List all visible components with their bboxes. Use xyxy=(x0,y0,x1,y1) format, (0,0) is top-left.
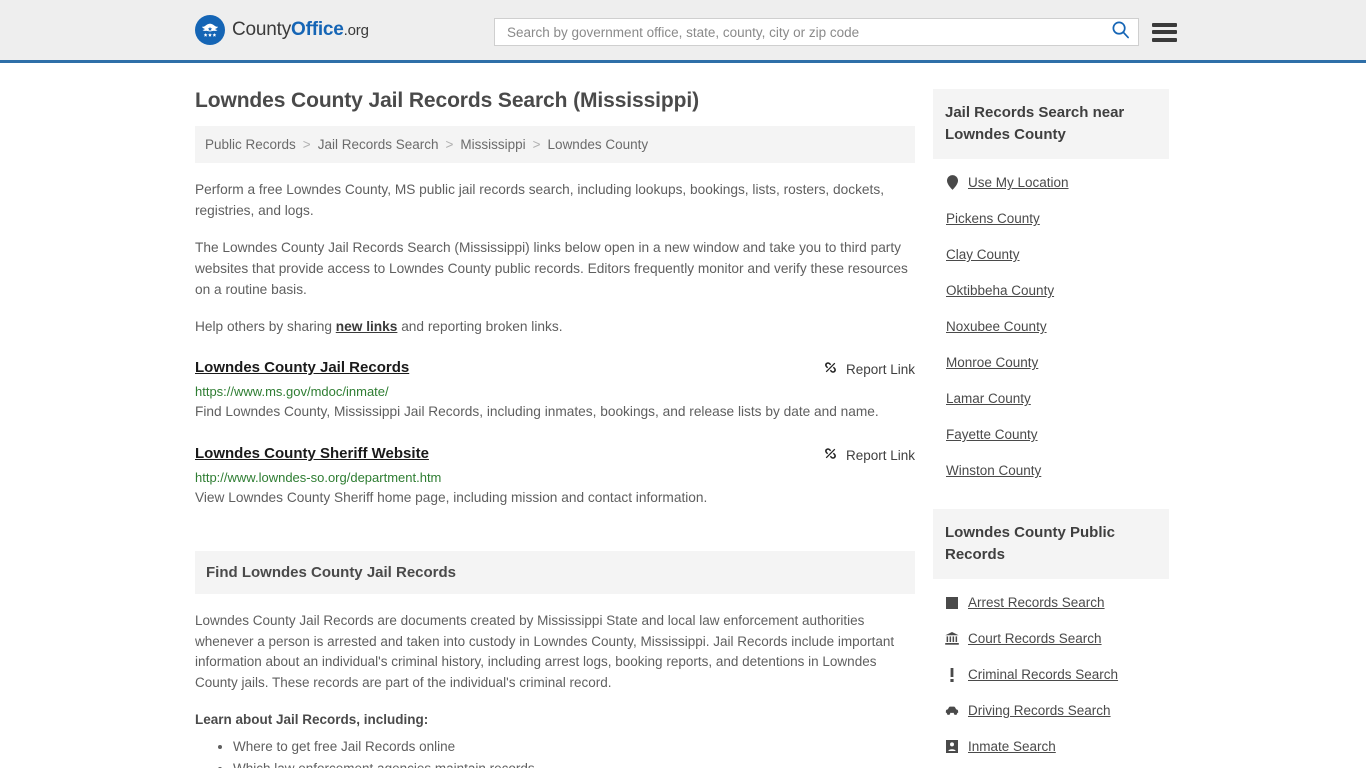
intro-p3-before: Help others by sharing xyxy=(195,319,336,334)
public-records-panel-list: Arrest Records Search Court Records Sear… xyxy=(933,579,1169,759)
sidebar-link-label[interactable]: Fayette County xyxy=(946,427,1038,442)
intro-paragraph-2: The Lowndes County Jail Records Search (… xyxy=(195,240,908,297)
public-records-panel-heading: Lowndes County Public Records xyxy=(933,509,1169,579)
sidebar-item-court-records-search[interactable]: Court Records Search xyxy=(945,615,1157,651)
breadcrumb-item-public-records[interactable]: Public Records xyxy=(205,137,296,152)
result-title-link[interactable]: Lowndes County Jail Records xyxy=(195,359,409,376)
breadcrumb: Public Records > Jail Records Search > M… xyxy=(195,126,915,163)
page-title: Lowndes County Jail Records Search (Miss… xyxy=(195,89,699,112)
section-heading: Find Lowndes County Jail Records xyxy=(195,551,915,594)
sidebar-item-noxubee-county[interactable]: Noxubee County xyxy=(945,303,1157,339)
sidebar-link-label[interactable]: Court Records Search xyxy=(968,631,1102,646)
breadcrumb-item-lowndes-county[interactable]: Lowndes County xyxy=(548,137,649,152)
logo-wordmark: CountyOffice.org xyxy=(232,19,369,41)
car-icon xyxy=(945,705,959,716)
search-icon[interactable] xyxy=(1111,20,1130,44)
section-body: Lowndes County Jail Records are document… xyxy=(195,611,915,768)
sidebar-item-inmate-search[interactable]: Inmate Search xyxy=(945,723,1157,759)
sidebar-item-fayette-county[interactable]: Fayette County xyxy=(945,411,1157,447)
breadcrumb-separator: > xyxy=(302,137,311,152)
sidebar-item-monroe-county[interactable]: Monroe County xyxy=(945,339,1157,375)
result-url: http://www.lowndes-so.org/department.htm xyxy=(195,470,442,485)
sidebar-link-label[interactable]: Driving Records Search xyxy=(968,703,1111,718)
logo-text-org: .org xyxy=(343,22,369,39)
nearby-panel-list: Use My Location Pickens County Clay Coun… xyxy=(933,159,1169,483)
report-link-label: Report Link xyxy=(845,447,915,463)
sidebar-link-label[interactable]: Lamar County xyxy=(946,391,1031,406)
header-search-area xyxy=(494,18,1177,46)
exclamation-icon xyxy=(945,667,959,682)
sidebar-link-label[interactable]: Use My Location xyxy=(968,175,1069,190)
logo-text-office: Office xyxy=(291,19,344,40)
breadcrumb-separator: > xyxy=(532,137,541,152)
intro-paragraph-1: Perform a free Lowndes County, MS public… xyxy=(195,182,884,218)
hamburger-menu-icon[interactable] xyxy=(1152,22,1177,42)
intro-p3-after: and reporting broken links. xyxy=(397,319,563,334)
result-header: Lowndes County Jail Records Report Link xyxy=(195,359,915,378)
sidebar-link-label[interactable]: Monroe County xyxy=(946,355,1038,370)
section-paragraph: Lowndes County Jail Records are document… xyxy=(195,613,895,690)
learn-about-title: Learn about Jail Records, including: xyxy=(195,712,429,727)
result-description: Find Lowndes County, Mississippi Jail Re… xyxy=(195,404,879,419)
report-link-button[interactable]: Report Link xyxy=(823,359,915,378)
intro-paragraph-3: Help others by sharing new links and rep… xyxy=(195,316,915,337)
breadcrumb-item-jail-records-search[interactable]: Jail Records Search xyxy=(318,137,439,152)
sidebar-link-label[interactable]: Winston County xyxy=(946,463,1041,478)
sidebar-item-driving-records-search[interactable]: Driving Records Search xyxy=(945,687,1157,723)
list-item: Which law enforcement agencies maintain … xyxy=(233,758,915,768)
sidebar: Jail Records Search near Lowndes County … xyxy=(933,63,1169,768)
sidebar-link-label[interactable]: Clay County xyxy=(946,247,1020,262)
broken-link-icon xyxy=(823,446,838,464)
page-container: Lowndes County Jail Records Search (Miss… xyxy=(0,63,1366,768)
main-content: Lowndes County Jail Records Search (Miss… xyxy=(195,63,915,768)
nearby-search-panel: Jail Records Search near Lowndes County … xyxy=(933,89,1169,483)
courthouse-icon xyxy=(945,632,959,645)
search-input[interactable] xyxy=(505,23,1111,41)
sidebar-item-pickens-county[interactable]: Pickens County xyxy=(945,195,1157,231)
breadcrumb-separator: > xyxy=(445,137,454,152)
list-item: Where to get free Jail Records online xyxy=(233,736,915,758)
sidebar-item-oktibbeha-county[interactable]: Oktibbeha County xyxy=(945,267,1157,303)
sidebar-link-label[interactable]: Pickens County xyxy=(946,211,1040,226)
site-logo[interactable]: CountyOffice.org xyxy=(195,15,369,45)
site-header: CountyOffice.org xyxy=(0,0,1366,63)
sidebar-link-label[interactable]: Noxubee County xyxy=(946,319,1047,334)
id-card-icon xyxy=(945,740,959,753)
public-records-panel: Lowndes County Public Records Arrest Rec… xyxy=(933,509,1169,759)
broken-link-icon xyxy=(823,360,838,378)
sidebar-item-use-my-location[interactable]: Use My Location xyxy=(945,159,1157,195)
sidebar-link-label[interactable]: Inmate Search xyxy=(968,739,1056,754)
sidebar-item-clay-county[interactable]: Clay County xyxy=(945,231,1157,267)
result-url: https://www.ms.gov/mdoc/inmate/ xyxy=(195,384,389,399)
result-title-link[interactable]: Lowndes County Sheriff Website xyxy=(195,445,429,462)
sidebar-link-label[interactable]: Oktibbeha County xyxy=(946,283,1054,298)
nearby-panel-heading: Jail Records Search near Lowndes County xyxy=(933,89,1169,159)
result-item: Lowndes County Jail Records Report Link … xyxy=(195,359,915,423)
result-item: Lowndes County Sheriff Website Report Li… xyxy=(195,445,915,509)
eagle-seal-icon xyxy=(195,15,225,45)
report-link-button[interactable]: Report Link xyxy=(823,445,915,464)
learn-about-list: Where to get free Jail Records online Wh… xyxy=(195,736,915,768)
logo-text-county: County xyxy=(232,19,292,40)
new-links-link[interactable]: new links xyxy=(336,319,398,334)
result-description: View Lowndes County Sheriff home page, i… xyxy=(195,490,708,505)
sidebar-item-criminal-records-search[interactable]: Criminal Records Search xyxy=(945,651,1157,687)
sidebar-item-winston-county[interactable]: Winston County xyxy=(945,447,1157,483)
breadcrumb-item-mississippi[interactable]: Mississippi xyxy=(460,137,525,152)
map-pin-icon xyxy=(945,175,959,190)
sidebar-link-label[interactable]: Criminal Records Search xyxy=(968,667,1118,682)
sidebar-item-lamar-county[interactable]: Lamar County xyxy=(945,375,1157,411)
search-box[interactable] xyxy=(494,18,1139,46)
report-link-label: Report Link xyxy=(845,361,915,377)
intro-text: Perform a free Lowndes County, MS public… xyxy=(195,179,915,337)
result-header: Lowndes County Sheriff Website Report Li… xyxy=(195,445,915,464)
sidebar-link-label[interactable]: Arrest Records Search xyxy=(968,595,1105,610)
fingerprint-square-icon xyxy=(945,596,959,609)
sidebar-item-arrest-records-search[interactable]: Arrest Records Search xyxy=(945,579,1157,615)
